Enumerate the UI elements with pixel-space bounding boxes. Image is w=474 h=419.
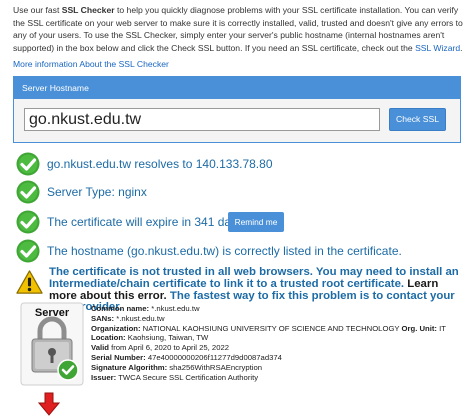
result-hostname-listed: The hostname (go.nkust.edu.tw) is correc…: [16, 239, 402, 263]
hostname-form: Server Hostname go.nkust.edu.tw Check SS…: [13, 76, 461, 143]
cert-signature: Signature Algorithm: sha256WithRSAEncryp…: [91, 362, 263, 372]
check-icon: [16, 152, 40, 176]
result-expiry: The certificate will expire in 341 days.: [16, 210, 246, 234]
cert-valid: Valid from April 6, 2020 to April 25, 20…: [91, 343, 230, 353]
cert-fields: Common name: *.nkust.edu.tw SANs: *.nkus…: [91, 304, 446, 382]
cert-sans: SANs: *.nkust.edu.tw: [91, 313, 165, 323]
ssl-wizard-link[interactable]: SSL Wizard: [415, 43, 460, 53]
remind-me-button[interactable]: Remind me: [228, 212, 284, 232]
server-lock-icon: Server: [20, 302, 84, 386]
cert-issuer: Issuer: TWCA Secure SSL Certification Au…: [91, 372, 259, 382]
warning-main: The certificate is not trusted in all we…: [49, 266, 459, 290]
check-icon: [16, 210, 40, 234]
check-ssl-button[interactable]: Check SSL: [389, 108, 446, 131]
more-info-link[interactable]: More information About the SSL Checker: [13, 59, 169, 69]
down-arrow-icon: [38, 392, 60, 416]
cert-serial: Serial Number: 47e40000000206f11277d9d00…: [91, 352, 282, 362]
hostname-listed-text: The hostname (go.nkust.edu.tw) is correc…: [47, 244, 402, 258]
cert-organization: Organization: NATIONAL KAOHSIUNG UNIVERS…: [91, 323, 446, 333]
check-icon: [16, 180, 40, 204]
cert-location: Location: Kaohsiung, Taiwan, TW: [91, 333, 209, 343]
intro-ssl-checker: SSL Checker: [61, 5, 115, 15]
cert-common-name: Common name: *.nkust.edu.tw: [91, 304, 200, 313]
intro-part: .: [460, 42, 463, 53]
check-icon: [16, 239, 40, 263]
result-resolves: go.nkust.edu.tw resolves to 140.133.78.8…: [16, 152, 273, 176]
server-type-text: Server Type: nginx: [47, 185, 147, 199]
form-header: Server Hostname: [14, 77, 460, 99]
resolves-text: go.nkust.edu.tw resolves to 140.133.78.8…: [47, 157, 273, 171]
result-server-type: Server Type: nginx: [16, 180, 147, 204]
hostname-input[interactable]: go.nkust.edu.tw: [24, 108, 380, 131]
intro-text: Use our fast SSL Checker to help you qui…: [13, 4, 463, 54]
certificate-details: Server Common name: *.nkust.edu.tw SANs:…: [20, 302, 460, 388]
intro-part: Use our fast: [13, 5, 62, 15]
expiry-text: The certificate will expire in 341 days.: [47, 215, 247, 229]
warning-icon: [16, 270, 43, 294]
